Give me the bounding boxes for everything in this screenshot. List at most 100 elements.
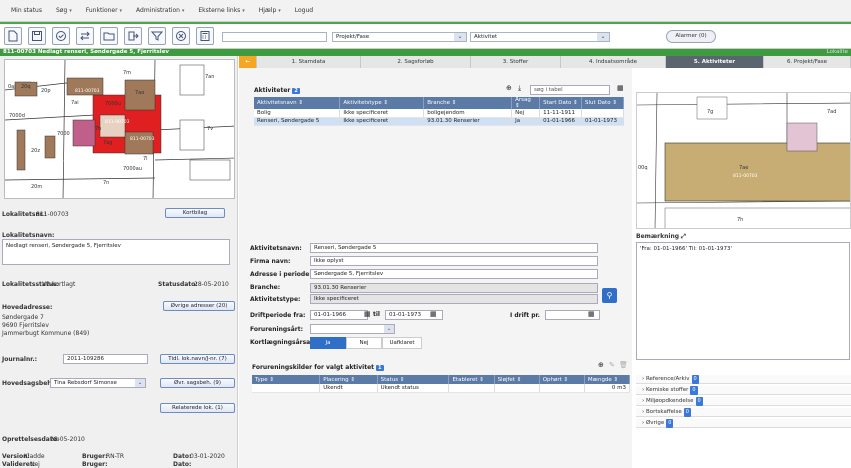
caseworker-dropdown[interactable]: Tina Rebsdorf Simonse ⌄ <box>50 378 146 388</box>
menu-min-status[interactable]: Min status <box>4 7 49 14</box>
calendar-icon[interactable]: ▦ <box>588 310 595 318</box>
column-header[interactable]: Årsag ⇕ <box>511 97 541 109</box>
kortbilag-button[interactable]: Kortbilag <box>165 208 225 218</box>
map-label: 7h <box>95 126 101 132</box>
related-locations-button[interactable]: Relaterede lok. (1) <box>160 403 235 413</box>
download-icon[interactable]: ⤓ <box>518 84 521 93</box>
menu-bar: Min status Søg ▾ Funktioner ▾ Administra… <box>0 0 851 22</box>
tab-projekt-fase[interactable]: 6. Projekt/Fase <box>764 56 851 68</box>
menu-hjaelp[interactable]: Hjælp ▾ <box>252 7 288 14</box>
location-map[interactable]: 7m 7an 0ai 20q 20p 7ai 7ao 7000d 7000u 7… <box>4 59 235 199</box>
column-header[interactable]: Aktivitetstype ⇕ <box>339 97 425 109</box>
start-date-field[interactable]: 01-01-1966 <box>310 310 368 320</box>
table-row[interactable]: Renseri, Søndergade 5 Ikke specificeret … <box>254 117 624 126</box>
map-label: 811-00703 <box>130 136 155 142</box>
uafklaret-toggle[interactable]: Uafklaret <box>382 337 422 349</box>
map-label: 811-00703 <box>75 88 100 94</box>
table-cell: 11-11-1911 <box>539 109 583 118</box>
export-icon <box>128 31 139 41</box>
add-icon[interactable]: ⊕ <box>598 361 604 369</box>
approve-button[interactable] <box>52 27 70 45</box>
context-dropdown[interactable]: Projekt/Fase ⌄ <box>332 32 467 42</box>
calendar-icon[interactable]: ▦ <box>430 310 437 318</box>
adresse-label: Adresse i periode: <box>250 271 312 278</box>
table-row[interactable]: Bolig Ikke specificeret boligejendom Nej… <box>254 109 624 118</box>
export-button[interactable] <box>124 27 142 45</box>
column-header[interactable]: Slut Dato ⇕ <box>581 97 624 109</box>
bemaerkning-field[interactable]: 'Fra: 01-01-1966' Til: 01-01-1973' <box>636 242 850 360</box>
column-header[interactable]: Aktivitetsnavn ⇕ <box>254 97 341 109</box>
tab-stoffer[interactable]: 3. Stoffer <box>471 56 561 68</box>
adresse-field[interactable]: Søndergade 5, Fjerritslev <box>310 269 598 279</box>
trash-icon[interactable]: 🗑 <box>619 361 628 369</box>
hovedsagsbeh-label: Hovedsagsbeh.: <box>2 380 57 387</box>
accordion-kemiske-stoffer[interactable]: › Kemiske stoffer 0 <box>636 386 851 395</box>
menu-administration[interactable]: Administration ▾ <box>129 7 191 14</box>
column-header[interactable]: Mængde ⇕ <box>584 375 631 384</box>
map-label: 811-00703 <box>105 119 130 125</box>
aktivitetsnavn-field[interactable]: Renseri, Søndergade 5 <box>310 243 598 253</box>
clear-button[interactable] <box>172 27 190 45</box>
accordion-bortskaffelse[interactable]: › Bortskaffelse 0 <box>636 408 851 417</box>
menu-funktioner[interactable]: Funktioner ▾ <box>79 7 129 14</box>
calendar-icon[interactable]: ▦ <box>617 84 624 92</box>
tab-sagsforlob[interactable]: 2. Sagsforløb <box>361 56 471 68</box>
object-dropdown[interactable]: Aktivitet ⌄ <box>470 32 610 42</box>
column-header[interactable]: Status ⇕ <box>377 375 450 384</box>
journalnr-field[interactable]: 2011-109286 <box>63 354 148 364</box>
search-input[interactable] <box>222 32 327 42</box>
tab-indsatsomrade[interactable]: 4. Indsatsområde <box>561 56 666 68</box>
tab-stamdata[interactable]: 1. Stamdata <box>257 56 361 68</box>
nej-toggle[interactable]: Nej <box>346 337 382 349</box>
table-search-input[interactable]: søg i tabel <box>530 85 610 95</box>
ja-toggle[interactable]: Ja <box>310 337 346 349</box>
lokalitetsnavn-field[interactable]: Nedlagt renseri, Søndergade 5, Fjerritsl… <box>2 239 230 265</box>
edit-icon[interactable]: ✎ <box>609 361 615 369</box>
column-header[interactable]: Placering ⇕ <box>319 375 378 384</box>
previous-names-button[interactable]: Tidl. lok.navn/J-nr. (7) <box>160 354 235 364</box>
menu-eksterne-links[interactable]: Eksterne links ▾ <box>191 7 251 14</box>
count-badge: 2 <box>292 88 300 94</box>
column-header[interactable]: Ophørt ⇕ <box>539 375 585 384</box>
save-button[interactable] <box>28 27 46 45</box>
back-button[interactable]: ← <box>239 56 257 68</box>
new-document-button[interactable] <box>4 27 22 45</box>
folder-button[interactable] <box>100 27 118 45</box>
alarm-button[interactable]: Alarmer (0) <box>666 30 716 43</box>
activity-map[interactable]: 7g 7ad 7ae 7h 00q 811-00703 <box>636 92 851 229</box>
calculator-button[interactable] <box>196 27 214 45</box>
location-panel: 7m 7an 0ai 20q 20p 7ai 7ao 7000d 7000u 7… <box>0 56 238 468</box>
map-label: 7ag <box>103 140 112 146</box>
expand-icon[interactable]: ⤢ <box>681 233 686 240</box>
menu-sog[interactable]: Søg ▾ <box>49 7 79 14</box>
column-header[interactable]: Type ⇕ <box>252 375 321 384</box>
tab-aktiviteter[interactable]: 5. Aktiviteter <box>666 56 764 68</box>
filter-button[interactable] <box>148 27 166 45</box>
forureningsart-dropdown[interactable]: ⌄ <box>310 324 395 334</box>
menu-logud[interactable]: Logud <box>288 7 320 14</box>
column-header[interactable]: Branche ⇕ <box>423 97 513 109</box>
map-label: 7000au <box>123 166 142 172</box>
column-header[interactable]: Etableret ⇕ <box>448 375 495 384</box>
add-icon[interactable]: ⊕ <box>506 84 512 92</box>
valideret-value: Nej <box>30 461 40 468</box>
table-cell: 93.01.30 Renserier <box>423 117 513 126</box>
map-label: 7000d <box>9 113 25 119</box>
accordion-ovrige[interactable]: › Øvrige 0 <box>636 419 851 428</box>
table-cell: Bolig <box>254 109 341 118</box>
other-addresses-button[interactable]: Øvrige adresser (20) <box>163 301 235 311</box>
chevron-down-icon: ▾ <box>181 8 185 14</box>
branche-search-button[interactable]: ⚲ <box>602 288 617 303</box>
transfer-button[interactable] <box>76 27 94 45</box>
table-cell: boligejendom <box>423 109 513 118</box>
accordion-reference[interactable]: › Reference/Arkiv 0 <box>636 375 851 384</box>
accordion-miljogodkendelse[interactable]: › Miljøopdkendelse 0 <box>636 397 851 406</box>
column-header[interactable]: Start Dato ⇕ <box>539 97 583 109</box>
calendar-icon[interactable]: ▦ <box>364 310 371 318</box>
column-header[interactable]: Sløjfet ⇕ <box>494 375 540 384</box>
map-label: 7g <box>707 109 713 115</box>
firmanavn-field[interactable]: Ikke oplyst <box>310 256 598 266</box>
table-row[interactable]: Ukendt Ukendt status 0 m3 <box>252 384 631 393</box>
other-caseworkers-button[interactable]: Øvr. sagsbeh. (9) <box>160 378 235 388</box>
arrow-left-icon: ← <box>245 59 250 65</box>
